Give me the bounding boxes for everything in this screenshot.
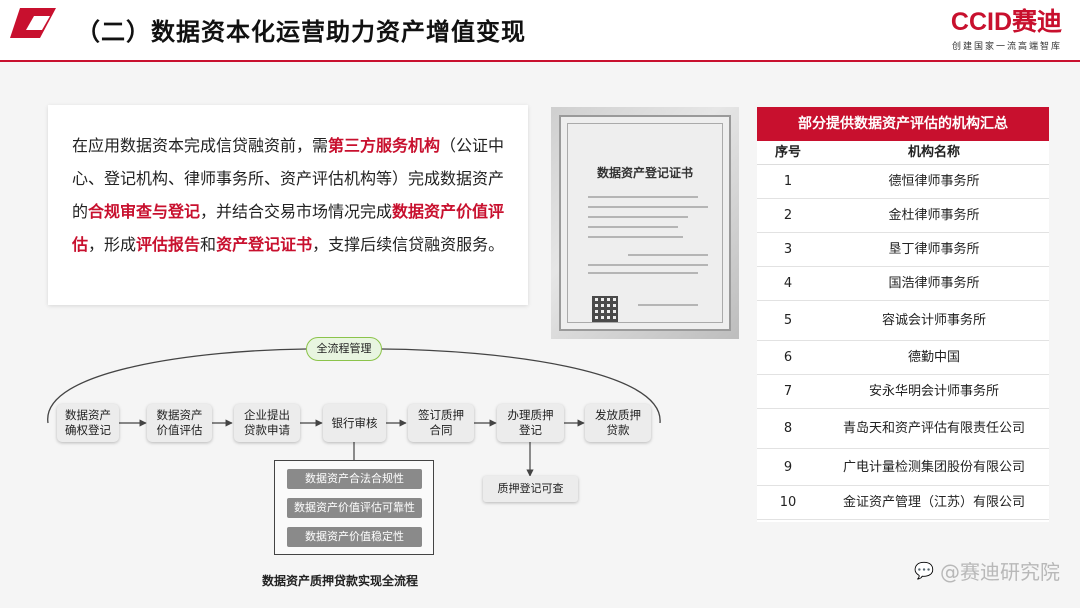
certificate-line [588,272,698,274]
cell-name: 垦丁律师事务所 [888,242,980,257]
watermark-text: @赛迪研究院 [940,560,1060,584]
intro-box: 在应用数据资本完成信贷融资前，需第三方服务机构（公证中心、登记机构、律师事务所、… [48,105,528,305]
cell-name: 金杜律师事务所 [888,208,980,223]
review-criteria-box: 数据资产合法合规性 数据资产价值评估可靠性 数据资产价值稳定性 [274,460,434,555]
intro-text-6: ，支撑后续信贷融资服务。 [312,235,505,254]
table-title: 部分提供数据资产评估的机构汇总 [757,107,1049,141]
intro-paragraph: 在应用数据资本完成信贷融资前，需第三方服务机构（公证中心、登记机构、律师事务所、… [72,129,506,261]
certificate-line [588,236,683,238]
step-pledge-registration: 办理质押 登记 [497,404,564,442]
cell-name: 德恒律师事务所 [888,174,980,189]
intro-text-3: ，并结合交易市场情况完成 [200,202,393,221]
logo-slogan: 创建国家一流高端智库 [951,42,1062,52]
qr-code-icon [592,296,618,322]
cell-name: 德勤中国 [907,350,960,365]
page-title: （二）数据资本化运营助力资产增值变现 [76,18,526,46]
intro-text-5: 和 [200,235,217,254]
table-row: 6 德勤中国 [757,341,1049,375]
table-row: 10 金证资产管理（江苏）有限公司 [757,486,1049,520]
logo-text: CCID赛迪 [950,8,1062,36]
header: （二）数据资本化运营助力资产增值变现 CCID赛迪 创建国家一流高端智库 [0,0,1080,62]
cell-no: 5 [783,313,793,328]
column-header-name: 机构名称 [907,145,960,160]
criteria-reliability: 数据资产价值评估可靠性 [287,498,422,518]
intro-highlight-1: 第三方服务机构 [328,136,441,155]
table-header: 序号 机构名称 [757,141,1049,165]
cell-name: 容诚会计师事务所 [881,313,986,328]
certificate-line [588,196,698,198]
certificate-inner-frame: 数据资产登记证书 [567,123,723,323]
step-pledge-contract: 签订质押 合同 [408,404,474,442]
cell-no: 8 [783,421,793,436]
intro-text-1: 在应用数据资本完成信贷融资前，需 [72,136,329,155]
certificate-title: 数据资产登记证书 [596,166,693,180]
step-rights-registration: 数据资产 确权登记 [57,404,119,442]
flow-caption: 数据资产质押贷款实现全流程 [262,574,419,588]
full-process-management-pill: 全流程管理 [306,337,382,361]
cell-no: 7 [783,384,793,399]
intro-highlight-2: 合规审查与登记 [88,202,201,221]
certificate-image: 数据资产登记证书 [551,107,739,339]
pledge-registration-check: 质押登记可查 [483,476,578,502]
criteria-stability: 数据资产价值稳定性 [287,527,422,547]
table-row: 3 垦丁律师事务所 [757,233,1049,267]
certificate-line [638,304,698,306]
ccid-logo: CCID赛迪 创建国家一流高端智库 [932,8,1062,54]
cell-name: 广电计量检测集团股份有限公司 [842,460,1025,475]
institution-table: 部分提供数据资产评估的机构汇总 序号 机构名称 1 德恒律师事务所 2 金杜律师事务所… [757,107,1049,522]
intro-text-4: ，形成 [88,235,137,254]
step-value-assessment: 数据资产 价值评估 [147,404,212,442]
cell-name: 国浩律师事务所 [888,276,980,291]
cell-no: 1 [783,174,793,189]
certificate-line [628,254,708,256]
step-bank-review: 银行审核 [323,404,386,442]
table-row: 4 国浩律师事务所 [757,267,1049,301]
criteria-compliance: 数据资产合法合规性 [287,469,422,489]
table-row: 1 德恒律师事务所 [757,165,1049,199]
certificate-line [588,264,708,266]
cell-name: 青岛天和资产评估有限责任公司 [842,421,1025,436]
certificate-frame: 数据资产登记证书 [559,115,731,331]
cell-no: 9 [783,460,793,475]
cell-no: 3 [783,242,793,257]
table-body: 1 德恒律师事务所 2 金杜律师事务所 3 垦丁律师事务所 4 国浩律师事务所 5 容诚会计师事务… [757,165,1049,520]
cell-no: 4 [783,276,793,291]
corner-slash-icon [10,8,56,38]
cell-no: 6 [783,350,793,365]
certificate-line [588,216,688,218]
cell-no: 2 [783,208,793,223]
table-row: 8 青岛天和资产评估有限责任公司 [757,409,1049,449]
table-row: 2 金杜律师事务所 [757,199,1049,233]
watermark: 💬 @赛迪研究院 [914,556,1060,585]
column-header-no: 序号 [774,145,801,160]
step-loan-disbursement: 发放质押 贷款 [585,404,651,442]
certificate-line [588,226,678,228]
intro-highlight-5: 资产登记证书 [216,235,313,254]
table-row: 5 容诚会计师事务所 [757,301,1049,341]
cell-name: 安永华明会计师事务所 [868,384,999,399]
cell-name: 金证资产管理（江苏）有限公司 [842,495,1025,510]
table-row: 7 安永华明会计师事务所 [757,375,1049,409]
table-row: 9 广电计量检测集团股份有限公司 [757,449,1049,486]
header-divider [0,60,1080,62]
step-loan-application: 企业提出 贷款申请 [234,404,300,442]
cell-no: 10 [779,495,797,510]
chat-bubble-icon: 💬 [914,561,934,580]
intro-highlight-4: 评估报告 [136,235,201,254]
certificate-line [588,206,708,208]
